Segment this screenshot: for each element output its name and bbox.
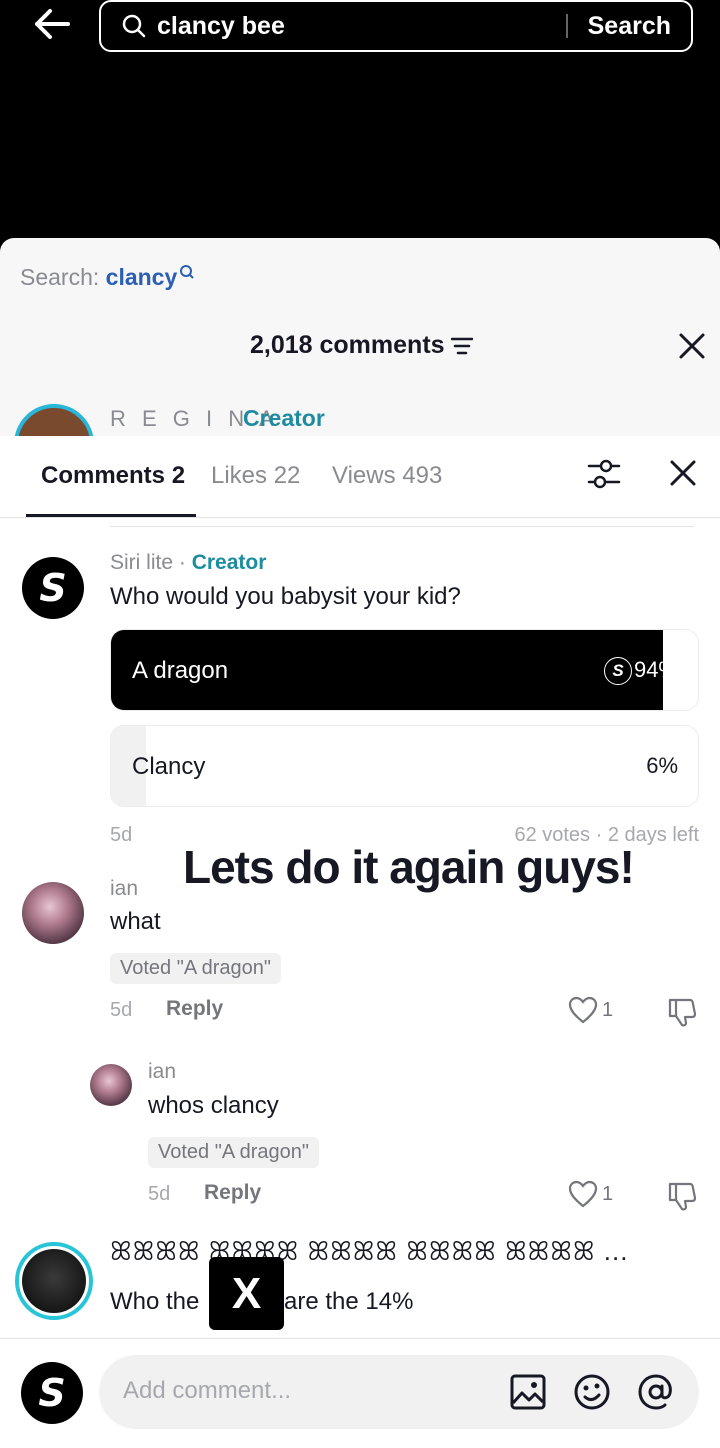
poll-option-percent: 6% — [646, 753, 678, 778]
search-icon — [121, 12, 149, 40]
search-field[interactable]: clancy bee Search — [99, 0, 693, 52]
active-tab-indicator — [26, 514, 196, 517]
comment-input-bar: S Add comment... — [0, 1338, 720, 1448]
commenter-name[interactable]: Siri lite · Creator — [110, 551, 266, 575]
voted-badge: Voted "A dragon" — [110, 953, 281, 984]
heart-icon — [568, 996, 598, 1024]
like-count: 1 — [602, 998, 614, 1021]
commenter-name[interactable]: ian — [148, 1060, 176, 1084]
creator-badge: Creator — [243, 405, 325, 431]
avatar[interactable] — [22, 882, 84, 944]
poll-option[interactable]: Clancy 6% — [110, 725, 699, 807]
heart-icon — [568, 1180, 598, 1208]
comment-text-end: are the 14% — [284, 1288, 414, 1315]
user-avatar[interactable]: S — [21, 1362, 83, 1424]
poll-option-percent: 94% — [633, 657, 678, 682]
dislike-icon[interactable] — [666, 996, 698, 1028]
tab-views[interactable]: Views 493 — [332, 462, 442, 490]
avatar[interactable] — [90, 1064, 132, 1106]
sheet-search-prefix: Search: — [20, 264, 106, 290]
poll-option-label: Clancy — [132, 753, 206, 780]
creator-comment-preview: R E G I N A · Creator — [0, 400, 720, 438]
like-button[interactable]: 1 — [568, 996, 613, 1024]
comment-text: what — [110, 908, 161, 935]
mention-icon[interactable] — [637, 1373, 675, 1411]
add-comment-input[interactable]: Add comment... — [99, 1355, 699, 1429]
back-arrow-icon[interactable] — [30, 4, 74, 44]
commenter-name[interactable]: ꕤꕤꕤꕤ ꕤꕤꕤꕤ ꕤꕤꕤꕤ ꕤꕤꕤꕤ ꕤꕤꕤꕤ ... — [110, 1236, 628, 1268]
comment-count-header[interactable]: 2,018 comments — [250, 331, 473, 360]
image-icon[interactable] — [509, 1373, 547, 1411]
close-icon[interactable] — [666, 456, 700, 490]
top-search-bar: clancy bee Search — [0, 0, 720, 60]
comment-text-start: Who the — [110, 1288, 200, 1315]
comment-text: Who would you babysit your kid? — [110, 583, 461, 610]
sort-icon[interactable] — [450, 336, 473, 356]
tab-comments[interactable]: Comments 2 — [41, 462, 185, 490]
add-comment-placeholder: Add comment... — [123, 1377, 292, 1404]
divider — [110, 526, 694, 527]
creator-badge: Creator — [191, 551, 267, 574]
close-icon[interactable] — [676, 330, 708, 362]
poll-option-label: A dragon — [132, 657, 229, 684]
comment-age: 5d — [148, 1183, 171, 1205]
commenter-name[interactable]: ian — [110, 877, 138, 901]
tab-likes[interactable]: Likes 22 — [211, 462, 300, 490]
voted-badge: Voted "A dragon" — [148, 1137, 319, 1168]
close-overlay-badge[interactable]: X — [209, 1257, 284, 1330]
poll-option[interactable]: A dragon S 94% — [110, 629, 699, 711]
emoji-icon[interactable] — [573, 1373, 611, 1411]
overlay-caption: Lets do it again guys! — [183, 841, 635, 893]
search-button[interactable]: Search — [568, 12, 691, 41]
reply-button[interactable]: Reply — [166, 997, 223, 1021]
voter-avatar: S — [604, 657, 632, 685]
search-query[interactable]: clancy bee — [157, 12, 566, 41]
comment-text: whos clancy — [148, 1092, 279, 1119]
like-button[interactable]: 1 — [568, 1180, 613, 1208]
like-count: 1 — [602, 1182, 614, 1205]
commenter-name-text: Siri lite · — [110, 551, 192, 574]
filter-sliders-icon[interactable] — [586, 456, 622, 492]
comment-age: 5d — [110, 999, 133, 1021]
dislike-icon[interactable] — [666, 1180, 698, 1212]
avatar[interactable]: S — [22, 557, 84, 619]
comment-count: 2,018 comments — [250, 331, 445, 359]
small-search-icon — [180, 265, 194, 279]
reply-button[interactable]: Reply — [204, 1181, 261, 1205]
tab-bar: Comments 2 Likes 22 Views 493 — [0, 436, 720, 518]
comment-age: 5d — [110, 824, 133, 846]
sheet-search-hint[interactable]: Search: clancy — [20, 264, 195, 291]
sheet-search-term[interactable]: clancy — [106, 264, 178, 290]
avatar[interactable] — [15, 1242, 93, 1320]
avatar[interactable] — [14, 404, 94, 438]
comment-details-panel: Comments 2 Likes 22 Views 493 S Siri lit… — [0, 436, 720, 1448]
